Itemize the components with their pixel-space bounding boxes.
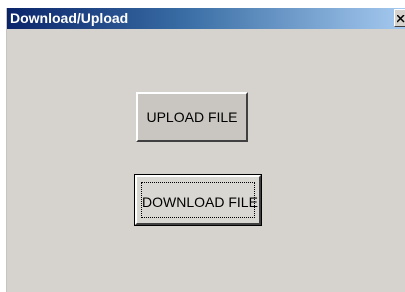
dialog-window: Download/Upload UPLOAD FILE DOWNLOAD FIL…: [6, 8, 405, 292]
upload-file-button[interactable]: UPLOAD FILE: [136, 92, 248, 142]
title-bar[interactable]: Download/Upload: [7, 8, 405, 29]
download-file-button[interactable]: DOWNLOAD FILE: [134, 174, 262, 226]
close-icon: [397, 15, 405, 23]
focus-rectangle: DOWNLOAD FILE: [141, 182, 258, 218]
close-button[interactable]: [394, 9, 405, 27]
download-button-face: DOWNLOAD FILE: [135, 175, 261, 225]
download-file-label: DOWNLOAD FILE: [142, 194, 258, 210]
window-title: Download/Upload: [10, 10, 129, 26]
upload-file-label: UPLOAD FILE: [146, 109, 238, 125]
